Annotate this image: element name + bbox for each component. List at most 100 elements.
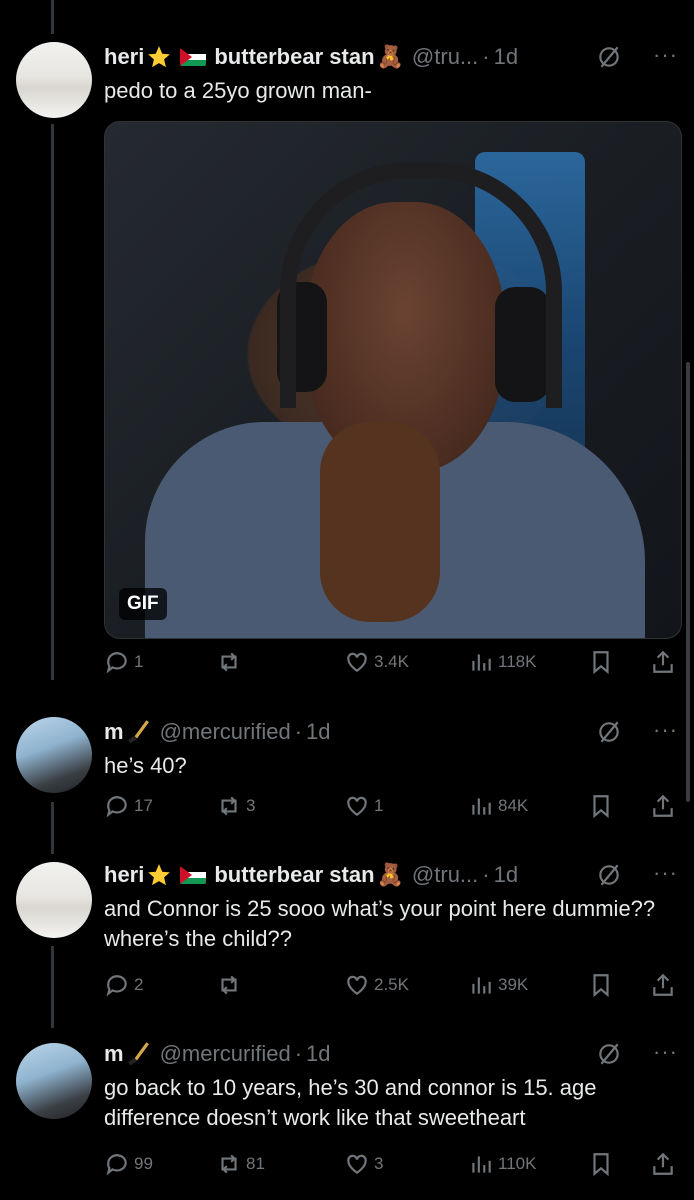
like-count: 2.5K bbox=[374, 975, 409, 994]
grok-icon[interactable] bbox=[596, 44, 622, 70]
reply-icon bbox=[106, 975, 127, 997]
display-name[interactable]: heri bbox=[104, 862, 144, 888]
thread-line bbox=[51, 802, 54, 854]
gif-media[interactable]: GIF bbox=[104, 121, 682, 639]
reply-button[interactable]: 17 bbox=[104, 793, 153, 819]
views-button[interactable]: 110K bbox=[468, 1151, 536, 1177]
share-icon bbox=[653, 973, 673, 996]
more-icon[interactable]: ··· bbox=[653, 1039, 678, 1065]
views-button[interactable]: 118K bbox=[468, 649, 536, 675]
grok-icon[interactable] bbox=[596, 719, 622, 745]
retweet-icon bbox=[221, 975, 237, 995]
timestamp[interactable]: 1d bbox=[306, 1041, 330, 1067]
view-count: 110K bbox=[498, 1154, 537, 1173]
like-button[interactable]: 3 bbox=[344, 1151, 383, 1177]
like-count: 3.4K bbox=[374, 652, 409, 671]
reply-button[interactable]: 2 bbox=[104, 972, 143, 998]
reply-count: 99 bbox=[134, 1154, 153, 1173]
scrollbar[interactable] bbox=[686, 362, 690, 802]
retweet-button[interactable] bbox=[216, 649, 246, 675]
tweet-header: heri butterbear stan 🧸 @tru... · 1d bbox=[104, 862, 519, 888]
display-name[interactable]: m bbox=[104, 1041, 124, 1067]
retweet-icon bbox=[221, 1154, 237, 1174]
tweet-text: go back to 10 years, he’s 30 and connor … bbox=[104, 1075, 597, 1130]
headset-band bbox=[280, 162, 562, 408]
bookmark-icon bbox=[593, 1153, 609, 1177]
tweet-actions: 2 2.5K 39K bbox=[104, 972, 678, 1006]
more-icon[interactable]: ··· bbox=[653, 860, 678, 886]
display-name-suffix[interactable]: butterbear stan bbox=[214, 862, 374, 888]
retweet-button[interactable]: 3 bbox=[216, 793, 255, 819]
tweet-actions: 99 81 3 110K bbox=[104, 1151, 678, 1185]
bookmark-button[interactable] bbox=[588, 649, 618, 675]
bookmark-icon bbox=[593, 974, 609, 998]
views-button[interactable]: 39K bbox=[468, 972, 528, 998]
display-name[interactable]: heri bbox=[104, 44, 144, 70]
share-button[interactable] bbox=[650, 1151, 680, 1177]
display-name-suffix[interactable]: butterbear stan bbox=[214, 44, 374, 70]
avatar[interactable] bbox=[16, 42, 92, 118]
bookmark-icon bbox=[593, 795, 609, 819]
teddy-bear-icon: 🧸 bbox=[376, 44, 404, 69]
grok-icon[interactable] bbox=[596, 1041, 622, 1067]
bookmark-icon bbox=[593, 651, 609, 675]
thread-line-top bbox=[51, 0, 54, 34]
heart-icon bbox=[347, 652, 367, 672]
views-button[interactable]: 84K bbox=[468, 793, 528, 819]
like-button[interactable]: 2.5K bbox=[344, 972, 409, 998]
heart-icon bbox=[347, 796, 367, 816]
timestamp[interactable]: 1d bbox=[494, 862, 518, 888]
more-icon[interactable]: ··· bbox=[653, 42, 678, 68]
share-button[interactable] bbox=[650, 793, 680, 819]
display-name[interactable]: m bbox=[104, 719, 124, 745]
bookmark-button[interactable] bbox=[588, 972, 618, 998]
grok-icon[interactable] bbox=[596, 862, 622, 888]
retweet-button[interactable]: 81 bbox=[216, 1151, 265, 1177]
share-button[interactable] bbox=[650, 972, 680, 998]
handle[interactable]: @tru... bbox=[412, 44, 478, 70]
reply-count: 17 bbox=[134, 796, 153, 815]
thread-line bbox=[51, 946, 54, 1028]
star-emoji-icon bbox=[148, 864, 171, 886]
avatar[interactable] bbox=[16, 1043, 92, 1119]
retweet-count: 3 bbox=[246, 796, 256, 815]
retweet-count: 81 bbox=[246, 1154, 265, 1173]
avatar[interactable] bbox=[16, 717, 92, 793]
reply-count: 2 bbox=[134, 975, 144, 994]
reply-icon bbox=[106, 1154, 127, 1176]
share-button[interactable] bbox=[650, 649, 680, 675]
bookmark-button[interactable] bbox=[588, 793, 618, 819]
like-button[interactable]: 1 bbox=[344, 793, 383, 819]
like-count: 3 bbox=[374, 1154, 384, 1173]
avatar[interactable] bbox=[16, 862, 92, 938]
handle[interactable]: @mercurified bbox=[160, 719, 291, 745]
reply-button[interactable]: 1 bbox=[104, 649, 143, 675]
tweet-actions: 17 3 1 84K bbox=[104, 793, 678, 827]
tweet-text: he’s 40? bbox=[104, 753, 187, 778]
handle[interactable]: @mercurified bbox=[160, 1041, 291, 1067]
retweet-icon bbox=[221, 796, 237, 816]
timestamp[interactable]: 1d bbox=[494, 44, 518, 70]
handle[interactable]: @tru... bbox=[412, 862, 478, 888]
views-icon bbox=[472, 798, 491, 815]
tweet-header: m @mercurified · 1d bbox=[104, 719, 331, 745]
retweet-button[interactable] bbox=[216, 972, 246, 998]
retweet-icon bbox=[221, 652, 237, 672]
heart-icon bbox=[347, 975, 367, 995]
share-icon bbox=[653, 794, 673, 817]
views-icon bbox=[472, 977, 491, 994]
reply-button[interactable]: 99 bbox=[104, 1151, 153, 1177]
more-icon[interactable]: ··· bbox=[653, 717, 678, 743]
view-count: 118K bbox=[498, 652, 537, 671]
like-button[interactable]: 3.4K bbox=[344, 649, 409, 675]
reply-count: 1 bbox=[134, 652, 144, 671]
share-icon bbox=[653, 650, 673, 673]
heart-icon bbox=[347, 1154, 367, 1174]
bookmark-button[interactable] bbox=[588, 1151, 618, 1177]
view-count: 39K bbox=[498, 975, 529, 994]
timestamp[interactable]: 1d bbox=[306, 719, 330, 745]
thread-line bbox=[51, 124, 54, 680]
reply-icon bbox=[106, 796, 127, 818]
star-emoji-icon bbox=[148, 46, 171, 68]
like-count: 1 bbox=[374, 796, 384, 815]
